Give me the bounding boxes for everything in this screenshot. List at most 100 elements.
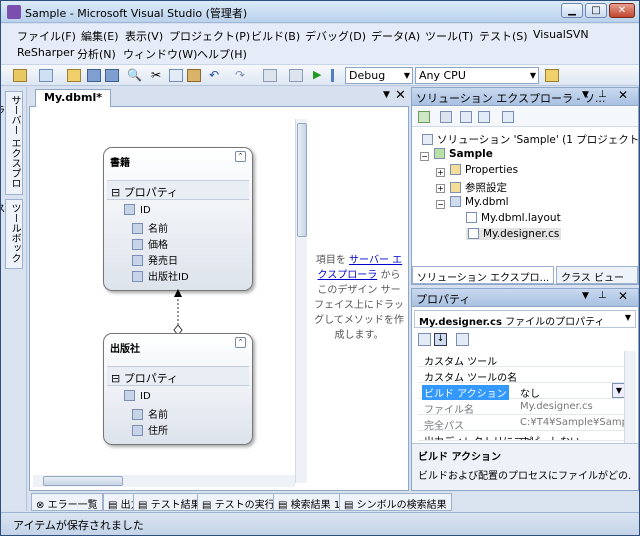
property-pages-icon[interactable] bbox=[456, 333, 469, 346]
close-button[interactable]: ✕ bbox=[609, 3, 635, 18]
entity-books[interactable]: 書籍 ⌃ ⊟ プロパティ ID 名前 価格 発売日 出版社ID bbox=[103, 147, 253, 291]
menu-resharper[interactable]: ReSharper bbox=[15, 45, 76, 60]
property-row[interactable]: カスタム ツールの名 bbox=[418, 367, 626, 384]
new-project-icon[interactable] bbox=[13, 69, 27, 82]
tree-project-sample[interactable]: Sample bbox=[434, 148, 493, 160]
menu-view[interactable]: 表示(V) bbox=[123, 27, 165, 45]
undo-icon[interactable]: ↶ bbox=[209, 69, 223, 82]
navigate-back-icon[interactable] bbox=[263, 69, 277, 82]
menu-test[interactable]: テスト(S) bbox=[477, 27, 530, 45]
collapse-icon[interactable]: ⌃ bbox=[235, 151, 246, 162]
property-key[interactable]: ID bbox=[124, 204, 151, 216]
entity-publisher-properties-header[interactable]: ⊟ プロパティ bbox=[107, 366, 249, 386]
menu-analyze[interactable]: 分析(N) bbox=[75, 45, 118, 63]
menu-build[interactable]: ビルド(B) bbox=[249, 27, 302, 45]
tab-find-results-1[interactable]: ▤ 検索結果 1 bbox=[273, 493, 346, 511]
add-item-icon[interactable] bbox=[39, 69, 53, 82]
property[interactable]: 発売日 bbox=[132, 252, 178, 267]
scrollbar-thumb[interactable] bbox=[297, 123, 307, 237]
properties-object-select[interactable]: My.designer.cs ファイルのプロパティ ▼ bbox=[414, 310, 636, 328]
properties-icon[interactable] bbox=[418, 111, 430, 123]
navigate-forward-icon[interactable] bbox=[289, 69, 303, 82]
tree-my-designer-cs[interactable]: My.designer.cs bbox=[466, 228, 562, 240]
close-icon[interactable]: ✕ bbox=[618, 88, 628, 102]
property[interactable]: 名前 bbox=[132, 406, 168, 421]
maximize-button[interactable]: □ bbox=[585, 3, 607, 18]
menu-data[interactable]: データ(A) bbox=[369, 27, 422, 45]
property-key[interactable]: ID bbox=[124, 390, 151, 402]
property-row[interactable]: カスタム ツール bbox=[418, 351, 626, 368]
property-row[interactable]: 完全パス C:¥T4¥Sample¥Sample bbox=[418, 415, 626, 431]
property-row-selected[interactable]: ビルド アクション なし ▼ bbox=[418, 383, 626, 400]
tab-find-symbol-results[interactable]: ▤ シンボルの検索結果 bbox=[339, 493, 452, 511]
tree-properties[interactable]: Properties bbox=[450, 164, 518, 176]
expand-icon[interactable]: + bbox=[436, 184, 445, 193]
menu-window[interactable]: ウィンドウ(W) bbox=[121, 45, 199, 63]
tab-class-view[interactable]: クラス ビュー bbox=[556, 266, 638, 284]
design-horizontal-scrollbar[interactable] bbox=[33, 475, 295, 487]
collapse-icon[interactable]: − bbox=[420, 152, 429, 161]
start-debugging-icon[interactable]: ▶ bbox=[313, 69, 327, 82]
menu-visualsvn[interactable]: VisualSVN bbox=[531, 27, 591, 42]
property-row[interactable]: ファイル名 My.designer.cs bbox=[418, 399, 626, 416]
design-surface[interactable]: 書籍 ⌃ ⊟ プロパティ ID 名前 価格 発売日 出版社ID 出版社 ⌃ ⊟ … bbox=[33, 109, 309, 485]
property-row[interactable]: 出力ディレクトリにコピーコピーしない bbox=[418, 431, 626, 441]
solution-explorer-title: ソリューション エクスプローラ - ソ... bbox=[416, 92, 606, 105]
menu-project[interactable]: プロジェクト(P) bbox=[167, 27, 252, 45]
entity-publisher[interactable]: 出版社 ⌃ ⊟ プロパティ ID 名前 住所 bbox=[103, 333, 253, 445]
solution-config-select[interactable]: Debug ▼ bbox=[345, 67, 413, 84]
tab-error-list[interactable]: ⊗ エラー一覧 bbox=[31, 493, 103, 511]
close-document-icon[interactable]: ✕ bbox=[395, 88, 406, 103]
tab-test-results[interactable]: ▤ テスト結果 bbox=[133, 493, 206, 511]
minimize-button[interactable]: ▁ bbox=[561, 3, 583, 18]
tree-references[interactable]: 参照設定 bbox=[450, 180, 507, 195]
tree-my-dbml[interactable]: My.dbml bbox=[450, 196, 509, 208]
solution-platform-select[interactable]: Any CPU ▼ bbox=[415, 67, 539, 84]
tab-my-dbml[interactable]: My.dbml* bbox=[35, 89, 112, 107]
show-all-files-icon[interactable] bbox=[440, 111, 452, 123]
property[interactable]: 住所 bbox=[132, 422, 168, 437]
find-icon[interactable]: 🔍 bbox=[127, 69, 142, 82]
refresh-icon[interactable] bbox=[460, 111, 472, 123]
menu-edit[interactable]: 編集(E) bbox=[79, 27, 121, 45]
tree-my-dbml-layout[interactable]: My.dbml.layout bbox=[466, 212, 561, 224]
paste-icon[interactable] bbox=[187, 69, 201, 82]
copy-icon[interactable] bbox=[169, 69, 183, 82]
tree-solution[interactable]: ソリューション 'Sample' (1 プロジェクト) bbox=[422, 132, 639, 147]
save-icon[interactable] bbox=[87, 69, 101, 82]
menu-help[interactable]: ヘルプ(H) bbox=[195, 45, 249, 63]
expand-icon[interactable]: + bbox=[436, 168, 445, 177]
menu-file[interactable]: ファイル(F) bbox=[15, 27, 78, 45]
cut-icon[interactable]: ✂ bbox=[151, 69, 165, 82]
collapse-icon[interactable]: − bbox=[436, 200, 445, 209]
tab-test-run[interactable]: ▤ テストの実行 bbox=[197, 493, 280, 511]
toolbox-tab[interactable]: ツールボックス bbox=[1, 199, 23, 269]
view-code-icon[interactable] bbox=[478, 111, 490, 123]
property[interactable]: 出版社ID bbox=[132, 268, 189, 283]
menu-tools[interactable]: ツール(T) bbox=[423, 27, 475, 45]
chevron-down-icon[interactable]: ▼ bbox=[582, 291, 589, 301]
pin-icon[interactable]: ⊥ bbox=[598, 290, 607, 301]
design-vertical-scrollbar[interactable] bbox=[295, 119, 307, 483]
alphabetical-icon[interactable]: ↓ bbox=[434, 333, 447, 346]
property[interactable]: 価格 bbox=[132, 236, 168, 251]
open-file-icon[interactable] bbox=[67, 69, 81, 82]
pin-icon[interactable]: ⊥ bbox=[598, 89, 607, 100]
properties-scrollbar[interactable] bbox=[624, 351, 636, 443]
view-designer-icon[interactable] bbox=[502, 111, 514, 123]
entity-books-properties-header[interactable]: ⊟ プロパティ bbox=[107, 180, 249, 200]
categorized-icon[interactable] bbox=[418, 333, 431, 346]
chevron-down-icon[interactable]: ▼ bbox=[582, 90, 589, 100]
menu-debug[interactable]: デバッグ(D) bbox=[303, 27, 368, 45]
association-connector[interactable] bbox=[163, 287, 193, 337]
save-all-icon[interactable] bbox=[105, 69, 119, 82]
close-icon[interactable]: ✕ bbox=[618, 289, 628, 303]
find-in-files-icon[interactable] bbox=[545, 69, 559, 82]
scrollbar-thumb[interactable] bbox=[43, 476, 123, 486]
tab-solution-explorer[interactable]: ソリューション エクスプロ... bbox=[412, 266, 554, 284]
redo-icon[interactable]: ↷ bbox=[235, 69, 249, 82]
property[interactable]: 名前 bbox=[132, 220, 168, 235]
server-explorer-tab[interactable]: サーバー エクスプローラ bbox=[1, 91, 23, 195]
collapse-icon[interactable]: ⌃ bbox=[235, 337, 246, 348]
tab-list-icon[interactable]: ▼ bbox=[383, 90, 390, 100]
